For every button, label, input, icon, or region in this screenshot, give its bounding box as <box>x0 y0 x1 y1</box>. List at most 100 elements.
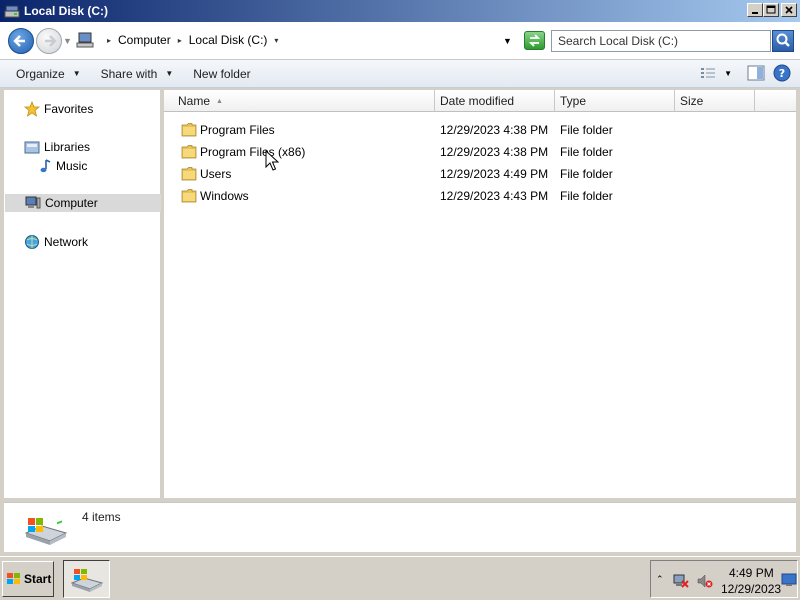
window-title: Local Disk (C:) <box>24 4 109 18</box>
maximize-button[interactable] <box>763 3 779 17</box>
forward-arrow-icon <box>45 35 57 47</box>
folder-icon <box>181 145 197 159</box>
share-with-label: Share with <box>100 66 158 81</box>
clock-date[interactable]: 12/29/2023 <box>721 582 781 596</box>
breadcrumb: ▸ Computer ▸ Local Disk (C:) ▾ <box>76 28 520 52</box>
chevron-down-icon: ▼ <box>165 69 174 78</box>
computer-icon <box>25 196 41 209</box>
libraries-icon <box>24 141 40 154</box>
file-type: File folder <box>560 189 613 203</box>
refresh-icon <box>528 34 541 47</box>
drive-icon <box>24 518 68 545</box>
crumb-computer[interactable]: Computer <box>118 33 171 47</box>
help-icon[interactable]: ? <box>772 64 792 82</box>
address-dropdown[interactable]: ▼ <box>503 36 512 46</box>
file-date: 12/29/2023 4:43 PM <box>440 189 549 203</box>
column-header-name[interactable]: Name ▲ <box>164 90 435 112</box>
nav-item-computer[interactable]: Computer <box>5 194 161 212</box>
back-arrow-icon <box>13 35 25 47</box>
folder-icon <box>181 167 197 181</box>
recent-pages-dropdown[interactable]: ▼ <box>63 36 72 46</box>
search-input[interactable]: Search Local Disk (C:) <box>551 30 771 52</box>
minimize-icon <box>752 12 758 14</box>
crumb-local-disk[interactable]: Local Disk (C:) <box>189 33 268 47</box>
taskbar: Start ⌃ 4:49 PM 12/29/2023 <box>0 556 800 600</box>
star-icon <box>24 101 40 117</box>
title-bar: Local Disk (C:) <box>0 0 800 22</box>
nav-label-music: Music <box>56 159 88 173</box>
preview-pane-icon[interactable] <box>746 64 766 82</box>
column-header-type[interactable]: Type <box>555 90 675 112</box>
svg-text:?: ? <box>779 67 785 80</box>
column-header-row: Name ▲ Date modified Type Size <box>164 90 796 112</box>
column-size-label: Size <box>680 94 704 108</box>
column-header-date-modified[interactable]: Date modified <box>435 90 555 112</box>
mouse-cursor-icon <box>265 150 279 171</box>
organize-label: Organize <box>16 66 65 81</box>
crumb-separator[interactable]: ▾ <box>274 36 278 45</box>
nav-label-network: Network <box>44 235 89 249</box>
column-date-label: Date modified <box>440 94 515 108</box>
start-label: Start <box>24 572 52 586</box>
new-folder-button[interactable]: New folder <box>183 63 260 85</box>
clock-time[interactable]: 4:49 PM <box>729 566 774 580</box>
table-row[interactable]: Program Files (x86) 12/29/2023 4:38 PM F… <box>164 141 796 163</box>
folder-icon <box>181 123 197 137</box>
minimize-button[interactable] <box>747 3 763 17</box>
forward-button[interactable] <box>36 28 62 54</box>
nav-label-favorites: Favorites <box>44 102 94 116</box>
table-row[interactable]: Users 12/29/2023 4:49 PM File folder <box>164 163 796 185</box>
start-button[interactable]: Start <box>2 561 54 597</box>
table-row[interactable]: Program Files 12/29/2023 4:38 PM File fo… <box>164 119 796 141</box>
search-icon <box>776 33 790 47</box>
file-date: 12/29/2023 4:38 PM <box>440 123 549 137</box>
table-row[interactable]: Windows 12/29/2023 4:43 PM File folder <box>164 185 796 207</box>
file-list: Name ▲ Date modified Type Size Program Fi… <box>164 90 796 498</box>
network-disconnected-icon[interactable] <box>673 573 689 589</box>
show-hidden-icons-button[interactable]: ⌃ <box>656 574 664 585</box>
volume-muted-icon[interactable] <box>697 573 713 589</box>
column-header-size[interactable]: Size <box>675 90 755 112</box>
file-date: 12/29/2023 4:49 PM <box>440 167 549 181</box>
file-type: File folder <box>560 145 613 159</box>
drive-icon <box>70 569 104 592</box>
share-with-button[interactable]: Share with ▼ <box>91 63 184 85</box>
refresh-button[interactable] <box>524 31 545 50</box>
back-button[interactable] <box>8 28 34 54</box>
nav-item-network[interactable]: Network <box>24 233 88 251</box>
file-name: Users <box>200 166 232 181</box>
close-icon <box>785 6 793 14</box>
chevron-down-icon: ▼ <box>72 69 81 78</box>
system-tray: ⌃ 4:49 PM 12/29/2023 <box>650 560 798 598</box>
column-header-extra[interactable] <box>755 90 796 112</box>
nav-item-libraries[interactable]: Libraries <box>24 138 90 156</box>
file-type: File folder <box>560 123 613 137</box>
close-button[interactable] <box>781 3 797 17</box>
maximize-icon <box>766 5 776 14</box>
file-type: File folder <box>560 167 613 181</box>
column-type-label: Type <box>560 94 587 108</box>
nav-item-favorites[interactable]: Favorites <box>24 100 93 118</box>
organize-button[interactable]: Organize ▼ <box>6 63 91 85</box>
file-name: Windows <box>200 188 249 203</box>
nav-item-music[interactable]: Music <box>36 157 87 175</box>
show-desktop-icon[interactable] <box>781 573 797 587</box>
file-name: Program Files <box>200 122 275 137</box>
change-view-icon[interactable] <box>698 64 718 82</box>
command-bar: Organize ▼ Share with ▼ New folder ▼ ? <box>0 60 800 88</box>
drive-icon <box>4 5 20 18</box>
item-count: 4 items <box>82 510 121 524</box>
taskbar-explorer-button[interactable] <box>63 560 110 598</box>
address-bar: ▼ ▸ Computer ▸ Local Disk (C:) ▾ ▼ Searc… <box>0 22 800 60</box>
nav-label-computer: Computer <box>45 196 98 210</box>
column-name-label: Name <box>178 94 211 108</box>
new-folder-label: New folder <box>193 66 251 81</box>
view-options-dropdown[interactable]: ▼ <box>724 69 732 78</box>
crumb-separator[interactable]: ▸ <box>107 36 111 45</box>
search-button[interactable] <box>772 30 794 52</box>
windows-logo-icon <box>7 573 20 584</box>
file-name: Program Files (x86) <box>200 144 306 159</box>
folder-icon <box>181 189 197 203</box>
crumb-separator[interactable]: ▸ <box>178 36 182 45</box>
sort-ascending-icon: ▲ <box>216 98 223 105</box>
